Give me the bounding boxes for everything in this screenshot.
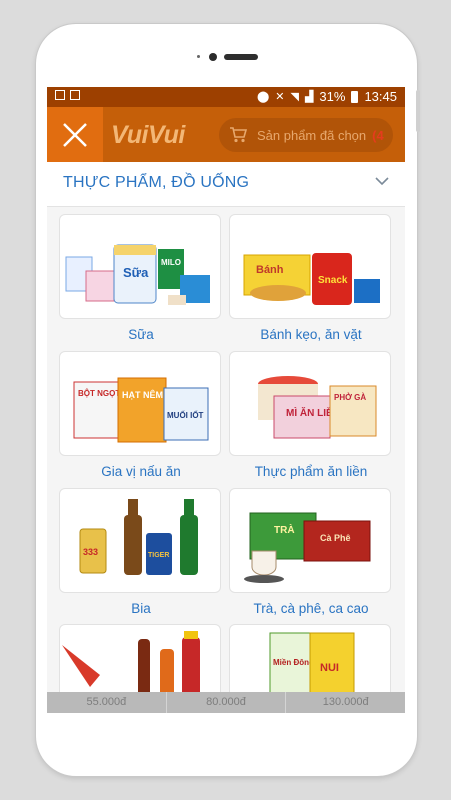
category-label: Thực phẩm ăn liền	[254, 464, 368, 479]
price-filter-bar: 55.000đ 80.000đ 130.000đ	[47, 692, 405, 713]
app-screen: ⬤ ✕ ◥ ▟ 31% 13:45 VuiVui Sản phẩm đã chọ…	[47, 87, 405, 713]
cart-count-badge: (4	[372, 127, 384, 143]
cart-icon	[230, 127, 248, 143]
category-label: Bia	[131, 601, 151, 616]
category-label: Gia vị nấu ăn	[101, 464, 181, 479]
cart-label: Sản phẩm đã chọn	[257, 127, 367, 143]
sensor-dot	[197, 55, 200, 58]
pho-ga-text: PHỞ GÀ	[334, 393, 366, 402]
snacks-image: Bánh Snack	[229, 214, 391, 319]
milk-image: Sữa MILO	[59, 214, 221, 319]
price-filter-3[interactable]: 130.000đ	[286, 692, 405, 713]
battery-icon	[351, 90, 359, 103]
bot-ngot-text: BỘT NGỌT	[78, 389, 120, 398]
category-item-snacks[interactable]: Bánh Snack Bánh kẹo, ăn vặt	[229, 214, 393, 342]
signal-icon: ▟	[304, 91, 314, 103]
ca-phe-text: Cà Phê	[320, 533, 351, 543]
chevron-down-icon	[375, 177, 389, 186]
wifi-icon: ◥	[290, 91, 299, 103]
price-filter-2[interactable]: 80.000đ	[167, 692, 287, 713]
category-content: THỰC PHẨM, ĐỒ UỐNG Sữa MILO Sữa Bánh Sna…	[47, 162, 405, 713]
nui-text: NUI	[320, 662, 339, 674]
category-label: Trà, cà phê, ca cao	[253, 601, 369, 616]
tra-text: TRÀ	[274, 523, 295, 536]
mute-icon: ✕	[275, 91, 285, 103]
power-button	[416, 90, 420, 132]
location-icon: ⬤	[256, 91, 270, 103]
message-notification-icon	[70, 90, 80, 100]
selected-products-button[interactable]: Sản phẩm đã chọn (4	[219, 118, 393, 152]
category-item-seasoning[interactable]: BỘT NGỌT HẠT NÊM MUỐI IỐT Gia vị nấu ăn	[59, 351, 223, 479]
category-label: Bánh kẹo, ăn vặt	[260, 327, 362, 342]
milk-box-text: Sữa	[123, 265, 149, 280]
close-button[interactable]	[47, 107, 103, 162]
section-title: THỰC PHẨM, ĐỒ UỐNG	[63, 174, 250, 191]
gallery-notification-icon	[55, 90, 65, 100]
price-filter-1[interactable]: 55.000đ	[47, 692, 167, 713]
muoi-iot-text: MUỐI IỐT	[167, 410, 204, 420]
tea-coffee-image: TRÀ Cà Phê	[229, 488, 391, 593]
beer-333-text: 333	[83, 547, 98, 557]
clock: 13:45	[364, 89, 397, 104]
instant-food-image: MÌ ĂN LIỀN PHỞ GÀ	[229, 351, 391, 456]
category-item-milk[interactable]: Sữa MILO Sữa	[59, 214, 223, 342]
vuivui-logo: VuiVui	[111, 121, 185, 149]
snack-text: Snack	[318, 275, 348, 286]
status-bar: ⬤ ✕ ◥ ▟ 31% 13:45	[47, 87, 405, 107]
hat-nem-text: HẠT NÊM	[122, 389, 163, 400]
close-icon	[63, 122, 87, 147]
front-camera	[209, 53, 217, 61]
banh-text: Bánh	[256, 264, 284, 276]
beer-image: 333 TIGER	[59, 488, 221, 593]
category-item-instant-food[interactable]: MÌ ĂN LIỀN PHỞ GÀ Thực phẩm ăn liền	[229, 351, 393, 479]
mien-dong-text: Miền Đông	[273, 658, 314, 667]
earpiece-speaker	[224, 54, 258, 60]
app-header: VuiVui Sản phẩm đã chọn (4	[47, 107, 405, 162]
category-label: Sữa	[128, 327, 154, 342]
milo-text: MILO	[161, 258, 181, 267]
category-item-beer[interactable]: 333 TIGER Bia	[59, 488, 223, 616]
tiger-text: TIGER	[148, 552, 169, 559]
category-item-tea-coffee[interactable]: TRÀ Cà Phê Trà, cà phê, ca cao	[229, 488, 393, 616]
section-header[interactable]: THỰC PHẨM, ĐỒ UỐNG	[47, 162, 405, 207]
battery-percent: 31%	[319, 89, 346, 104]
seasoning-image: BỘT NGỌT HẠT NÊM MUỐI IỐT	[59, 351, 221, 456]
